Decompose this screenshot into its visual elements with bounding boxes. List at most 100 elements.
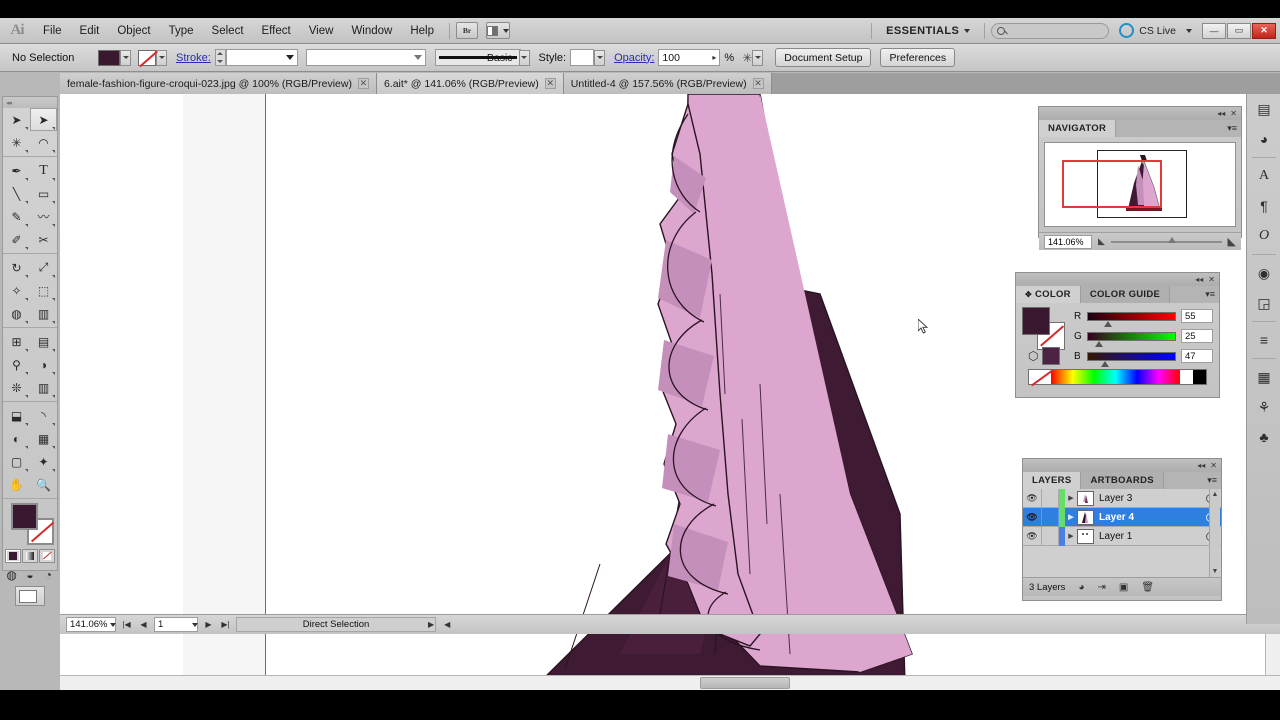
close-icon[interactable]: ✕ xyxy=(544,78,556,89)
column-graph-tool[interactable]: ▥ xyxy=(30,376,57,399)
transparency-icon[interactable]: ✳ xyxy=(742,51,752,65)
search-input[interactable] xyxy=(991,22,1110,39)
opacity-field[interactable]: 100 ▸ xyxy=(658,49,721,66)
scroll-up-icon[interactable]: ▲ xyxy=(1211,491,1219,498)
lasso-tool[interactable]: ◠ xyxy=(30,131,57,154)
magic-wand-tool[interactable]: ✳ xyxy=(3,131,30,154)
collapse-icon[interactable]: ◂◂ xyxy=(1195,275,1203,284)
cs-live-button[interactable]: CS Live xyxy=(1109,23,1202,38)
draw-behind-button[interactable]: ◒ xyxy=(21,566,38,583)
zoom-tool[interactable]: 🔍 xyxy=(30,473,57,496)
artboard-tool[interactable]: ⬓ xyxy=(3,404,30,427)
white-swatch[interactable] xyxy=(1180,370,1193,384)
document-setup-button[interactable]: Document Setup xyxy=(775,48,872,67)
b-slider[interactable] xyxy=(1087,351,1176,367)
horizontal-scroll-thumb[interactable] xyxy=(700,677,790,689)
shape-builder-tool[interactable]: ◍ xyxy=(3,302,30,325)
free-transform-tool[interactable]: ⬚ xyxy=(30,279,57,302)
color-fill-swatch[interactable] xyxy=(1022,307,1050,335)
transparency-panel-icon[interactable]: ◕ xyxy=(1247,124,1280,154)
magic-eraser-tool[interactable]: ✦ xyxy=(30,450,57,473)
toolbox-grip[interactable]: ◂◂ xyxy=(3,97,57,108)
direct-selection-tool[interactable]: ➤ xyxy=(30,108,57,131)
layer-row-layer-1[interactable]: 👁 ▶ Layer 1 xyxy=(1023,526,1221,546)
first-artboard-button[interactable]: |◀ xyxy=(120,617,133,632)
none-color-swatch[interactable] xyxy=(1029,370,1051,384)
pen-tool[interactable]: ✒ xyxy=(3,159,30,182)
make-clipping-mask-icon[interactable]: ◕ xyxy=(1078,582,1084,593)
menu-select[interactable]: Select xyxy=(203,19,253,43)
rectangle-tool[interactable]: ▭ xyxy=(30,182,57,205)
new-layer-icon[interactable]: ▣ xyxy=(1119,582,1128,593)
preferences-button[interactable]: Preferences xyxy=(880,48,956,67)
expand-triangle-icon[interactable]: ▶ xyxy=(1065,508,1077,527)
delete-layer-icon[interactable]: 🗑 xyxy=(1141,582,1154,593)
stroke-profile-field[interactable] xyxy=(305,49,426,66)
gradient-mode-button[interactable] xyxy=(22,549,38,563)
menu-effect[interactable]: Effect xyxy=(253,19,300,43)
visibility-toggle-icon[interactable]: 👁 xyxy=(1023,489,1042,508)
transparency-dropdown-arrow[interactable] xyxy=(752,49,764,66)
out-of-gamut-swatch[interactable] xyxy=(1042,347,1061,365)
visibility-toggle-icon[interactable]: 👁 xyxy=(1023,526,1042,546)
opacity-label[interactable]: Opacity: xyxy=(614,52,654,64)
gradient-tool[interactable]: ▤ xyxy=(30,330,57,353)
navigator-thumbnail[interactable] xyxy=(1044,142,1236,227)
panel-menu-icon[interactable]: ▾≡ xyxy=(1207,472,1221,489)
graphic-style-field[interactable] xyxy=(570,49,595,66)
menu-window[interactable]: Window xyxy=(342,19,401,43)
tab-croqui[interactable]: female-fashion-figure-croqui-023.jpg @ 1… xyxy=(60,73,377,94)
scissors-tool[interactable]: ✂ xyxy=(30,228,57,251)
style-dropdown-arrow[interactable] xyxy=(594,49,606,66)
r-value-field[interactable]: 55 xyxy=(1181,309,1213,323)
symbol-sprayer-tool[interactable]: ❊ xyxy=(3,376,30,399)
next-artboard-button[interactable]: ▶ xyxy=(202,617,215,632)
line-segment-tool[interactable]: ╲ xyxy=(3,182,30,205)
navigator-title-bar[interactable]: ◂◂ ✕ xyxy=(1039,107,1241,120)
color-cube-icon[interactable]: ⬡ xyxy=(1028,349,1038,363)
draw-inside-button[interactable]: ◔ xyxy=(40,566,57,583)
scroll-down-icon[interactable]: ▼ xyxy=(1211,568,1219,575)
panel-menu-icon[interactable]: ▾≡ xyxy=(1227,120,1241,137)
blend-tool[interactable]: ◑ xyxy=(30,353,57,376)
chevron-down-icon[interactable] xyxy=(192,622,198,627)
spectrum-gradient[interactable] xyxy=(1051,370,1180,384)
layer-name[interactable]: Layer 4 xyxy=(1099,512,1134,523)
lock-toggle[interactable] xyxy=(1042,489,1059,508)
close-icon[interactable]: ✕ xyxy=(1210,461,1217,470)
close-icon[interactable]: ✕ xyxy=(1230,109,1237,118)
menu-file[interactable]: File xyxy=(34,19,71,43)
eyedropper-tool[interactable]: ⚲ xyxy=(3,353,30,376)
minimize-button[interactable]: — xyxy=(1202,22,1226,39)
lock-toggle[interactable] xyxy=(1042,526,1059,546)
restore-button[interactable]: ▭ xyxy=(1227,22,1251,39)
selection-tool[interactable]: ➤ xyxy=(3,108,30,131)
stroke-weight-field[interactable] xyxy=(225,49,298,66)
symbols-panel-icon[interactable]: ♣ xyxy=(1247,422,1280,452)
color-title-bar[interactable]: ◂◂ ✕ xyxy=(1016,273,1219,286)
tab-6-ait[interactable]: 6.ait* @ 141.06% (RGB/Preview) ✕ xyxy=(376,73,564,94)
fill-dropdown-arrow[interactable] xyxy=(120,49,131,66)
close-button[interactable]: ✕ xyxy=(1252,22,1276,39)
change-screen-mode-button[interactable] xyxy=(15,586,45,606)
visibility-toggle-icon[interactable]: 👁 xyxy=(1023,507,1042,527)
navigator-zoom-slider[interactable] xyxy=(1110,236,1222,243)
collapse-icon[interactable]: ◂◂ xyxy=(1217,109,1225,118)
menu-edit[interactable]: Edit xyxy=(71,19,109,43)
pencil-tool[interactable]: ✐ xyxy=(3,228,30,251)
layers-list[interactable]: 👁 ▶ Layer 3 👁 ▶ Layer 4 👁 ▶ Layer 1 ▲ ▼ xyxy=(1023,489,1221,577)
brush-dropdown-arrow[interactable] xyxy=(518,49,530,66)
menu-help[interactable]: Help xyxy=(401,19,443,43)
type-tool[interactable]: T xyxy=(30,159,57,182)
chevron-down-icon[interactable] xyxy=(110,622,116,627)
g-value-field[interactable]: 25 xyxy=(1181,329,1213,343)
menu-view[interactable]: View xyxy=(300,19,343,43)
tab-color[interactable]: ✥ COLOR xyxy=(1016,286,1081,303)
last-artboard-button[interactable]: ▶| xyxy=(219,617,232,632)
tab-color-guide[interactable]: COLOR GUIDE xyxy=(1080,286,1171,303)
stroke-weight-stepper[interactable] xyxy=(214,49,226,66)
tab-artboards[interactable]: ARTBOARDS xyxy=(1081,472,1164,489)
brushes-panel-icon[interactable]: ⚘ xyxy=(1247,392,1280,422)
graphic-styles-panel-icon[interactable]: ◲ xyxy=(1247,288,1280,318)
stroke-label[interactable]: Stroke: xyxy=(176,52,211,64)
